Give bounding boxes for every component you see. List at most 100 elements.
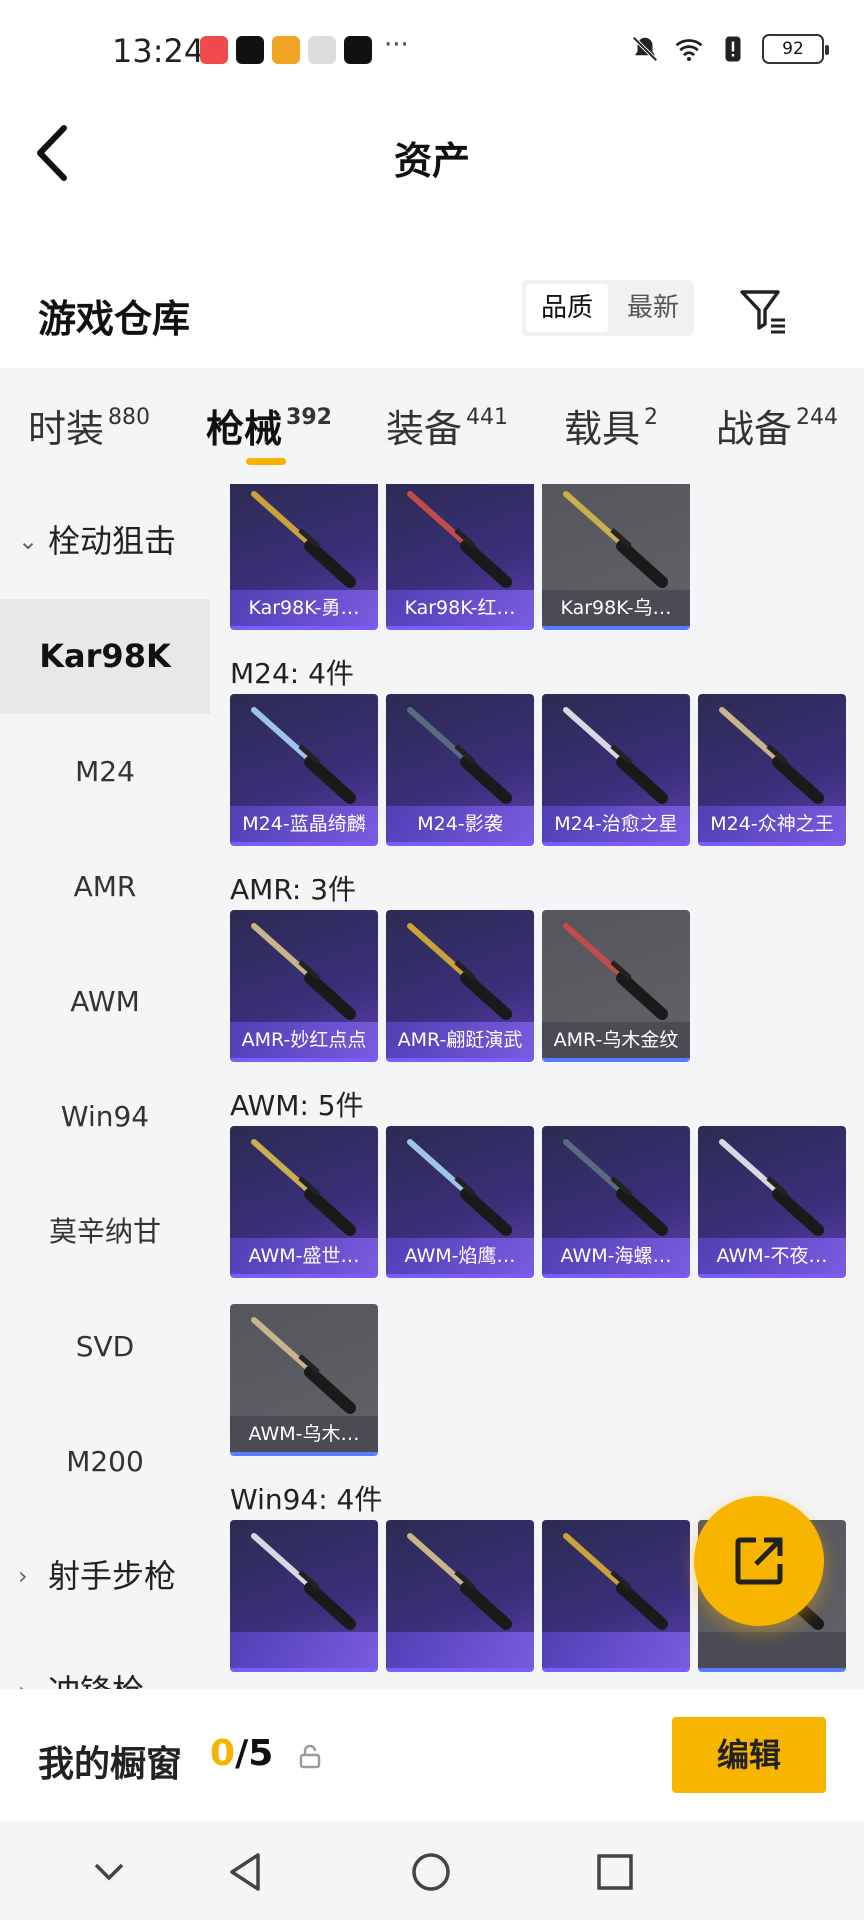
status-time: 13:24 <box>112 32 205 70</box>
sidebar-category-label: 射手步枪 <box>48 1557 177 1595</box>
filter-icon[interactable] <box>738 286 788 336</box>
showcase-label: 我的橱窗 <box>38 1744 183 1785</box>
weapon-skin-name: Kar98K-红… <box>386 590 534 626</box>
tab-count: 2 <box>644 405 659 430</box>
showcase-count-current: 0 <box>210 1733 236 1774</box>
weapon-skin-card[interactable]: M24-蓝晶绮麟 <box>230 694 378 846</box>
active-tab-indicator <box>246 458 286 465</box>
sidebar-item-m200[interactable]: M200 <box>0 1404 210 1519</box>
sort-toggle: 品质 最新 <box>522 280 694 336</box>
tab-equipment[interactable]: 装备 441 <box>386 398 508 453</box>
sidebar-item-awm[interactable]: AWM <box>0 944 210 1059</box>
weapon-skin-card[interactable]: AMR-乌木金纹 <box>542 910 690 1062</box>
nav-recents-icon[interactable] <box>592 1849 638 1895</box>
weapon-skin-card[interactable]: M24-治愈之星 <box>542 694 690 846</box>
rifle-icon <box>251 707 356 804</box>
weapon-skin-name: AMR-乌木金纹 <box>542 1022 690 1058</box>
category-tabs: 时装 880 枪械 392 装备 441 载具 2 战备 244 <box>0 368 864 484</box>
weapon-skin-card[interactable]: AWM-乌木… <box>230 1304 378 1456</box>
rifle-icon <box>251 1139 356 1236</box>
section-heading: M24: 4件 <box>230 657 354 690</box>
chevron-right-icon: › <box>18 1562 28 1590</box>
weapon-skin-card[interactable]: Kar98K-红… <box>386 484 534 630</box>
showcase-count: 0/5 <box>210 1733 273 1774</box>
sort-option-newest[interactable]: 最新 <box>612 280 694 336</box>
sidebar-item-amr[interactable]: AMR <box>0 829 210 944</box>
weapon-skin-name: M24-蓝晶绮麟 <box>230 806 378 842</box>
weapon-skin-card[interactable]: M24-影袭 <box>386 694 534 846</box>
sort-option-quality[interactable]: 品质 <box>526 284 608 332</box>
weapon-skin-card[interactable]: AWM-焰鹰… <box>386 1126 534 1278</box>
sidebar-item-svd[interactable]: SVD <box>0 1289 210 1404</box>
tab-label: 装备 <box>386 407 463 451</box>
tab-firearms[interactable]: 枪械 392 <box>206 398 332 453</box>
tab-count: 880 <box>108 405 151 430</box>
rifle-icon <box>563 923 668 1020</box>
weapon-skin-name: AWM-乌木… <box>230 1416 378 1452</box>
sidebar-item-m24[interactable]: M24 <box>0 714 210 829</box>
nav-home-icon[interactable] <box>408 1849 454 1895</box>
weapon-skin-card[interactable]: Kar98K-勇… <box>230 484 378 630</box>
showcase-count-total: /5 <box>235 1733 274 1774</box>
weapon-skin-name: M24-影袭 <box>386 806 534 842</box>
weapon-skin-name: AWM-焰鹰… <box>386 1238 534 1274</box>
more-notifications-icon: ··· <box>384 30 409 60</box>
weapon-skin-name: AWM-海螺… <box>542 1238 690 1274</box>
app-notification-icon <box>200 36 228 64</box>
weapon-skin-card[interactable]: AWM-盛世… <box>230 1126 378 1278</box>
weapon-skin-card[interactable]: AMR-妙红点点 <box>230 910 378 1062</box>
section-heading: AWM: 5件 <box>230 1089 364 1122</box>
rifle-icon <box>407 491 512 588</box>
weapon-skin-card[interactable]: AWM-海螺… <box>542 1126 690 1278</box>
mute-bell-icon <box>632 36 658 62</box>
tab-label: 时装 <box>28 407 105 451</box>
share-button[interactable] <box>694 1496 824 1626</box>
weapon-skin-card[interactable] <box>230 1520 378 1672</box>
battery-indicator: 92 <box>762 34 829 64</box>
alert-icon <box>725 36 741 62</box>
rifle-icon <box>251 491 356 588</box>
nav-back-icon[interactable] <box>224 1849 270 1895</box>
sidebar-category-marksman[interactable]: › 射手步枪 <box>0 1519 210 1634</box>
app-notification-icon <box>308 36 336 64</box>
tab-label: 载具 <box>564 407 641 451</box>
rifle-icon <box>563 1533 668 1630</box>
tab-vehicles[interactable]: 载具 2 <box>564 398 658 453</box>
section-heading: AMR: 3件 <box>230 873 357 906</box>
chevron-down-icon[interactable] <box>86 1849 132 1895</box>
weapon-sidebar: ⌄ 栓动狙击 Kar98K M24 AMR AWM Win94 莫辛纳甘 SVD … <box>0 484 210 1689</box>
system-nav-bar <box>0 1821 864 1920</box>
rifle-icon <box>719 707 824 804</box>
page-title: 资产 <box>393 139 470 183</box>
sidebar-item-mosin[interactable]: 莫辛纳甘 <box>0 1174 210 1289</box>
tab-label: 战备 <box>716 407 793 451</box>
weapon-skin-card[interactable]: Kar98K-乌… <box>542 484 690 630</box>
weapon-skin-name: AMR-妙红点点 <box>230 1022 378 1058</box>
weapon-skin-name <box>542 1632 690 1668</box>
weapon-skin-card[interactable] <box>386 1520 534 1672</box>
tab-count: 392 <box>286 405 332 430</box>
weapon-skin-card[interactable] <box>542 1520 690 1672</box>
rifle-icon <box>251 1317 356 1414</box>
tab-label: 枪械 <box>206 407 283 451</box>
weapon-skin-card[interactable]: M24-众神之王 <box>698 694 846 846</box>
rifle-icon <box>251 1533 356 1630</box>
tab-supplies[interactable]: 战备 244 <box>716 398 838 453</box>
weapon-skin-card[interactable]: AWM-不夜… <box>698 1126 846 1278</box>
app-notification-icon <box>272 36 300 64</box>
tab-fashion[interactable]: 时装 880 <box>28 398 150 453</box>
rifle-icon <box>407 1139 512 1236</box>
weapon-skin-card[interactable]: AMR-翩跹演武 <box>386 910 534 1062</box>
weapon-skin-name <box>698 1632 846 1668</box>
sidebar-item-win94[interactable]: Win94 <box>0 1059 210 1174</box>
edit-button[interactable]: 编辑 <box>672 1717 826 1793</box>
rifle-icon <box>563 491 668 588</box>
sidebar-category-bolt-action[interactable]: ⌄ 栓动狙击 <box>0 484 210 599</box>
wifi-icon <box>675 39 703 61</box>
tab-count: 441 <box>466 405 509 430</box>
sidebar-item-kar98k[interactable]: Kar98K <box>0 599 210 714</box>
weapon-skin-name <box>230 1632 378 1668</box>
weapon-skin-name <box>386 1632 534 1668</box>
weapon-skin-name: Kar98K-勇… <box>230 590 378 626</box>
sidebar-category-smg[interactable]: › 冲锋枪 <box>0 1634 210 1689</box>
